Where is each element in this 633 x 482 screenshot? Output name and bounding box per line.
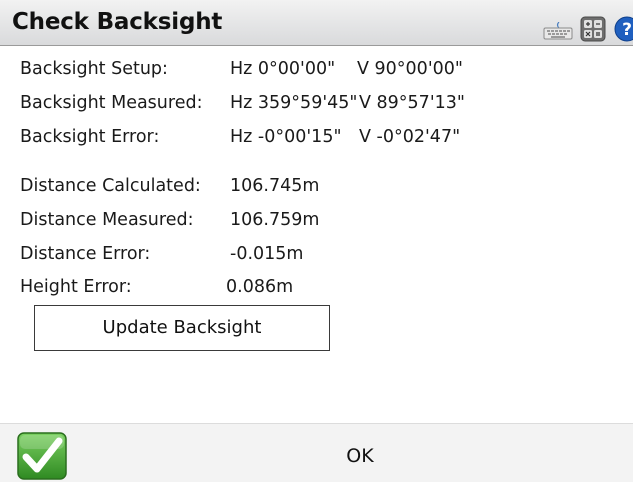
backsight-setup-row: Backsight Setup: Hz 0°00'00" V 90°00'00" — [20, 59, 620, 85]
backsight-setup-label: Backsight Setup: — [20, 59, 168, 79]
help-icon[interactable]: ? — [614, 16, 633, 42]
distance-calculated-row: Distance Calculated: 106.745m — [20, 176, 620, 202]
distance-measured-value: 106.759m — [230, 210, 320, 230]
height-error-label: Height Error: — [20, 277, 132, 297]
title-bar: Check Backsight ? — [0, 0, 633, 46]
backsight-measured-label: Backsight Measured: — [20, 93, 203, 113]
height-error-row: Height Error: 0.086m — [20, 277, 620, 303]
backsight-setup-hz: Hz 0°00'00" — [230, 59, 336, 79]
green-checkmark-icon[interactable] — [17, 432, 67, 480]
bottom-bar: OK — [0, 423, 633, 482]
backsight-error-v: V -0°02'47" — [359, 127, 461, 147]
backsight-setup-v: V 90°00'00" — [357, 59, 463, 79]
backsight-measured-hz: Hz 359°59'45" — [230, 93, 358, 113]
distance-calculated-value: 106.745m — [230, 176, 320, 196]
height-error-value: 0.086m — [226, 277, 294, 297]
calculator-icon[interactable] — [580, 16, 606, 42]
svg-text:?: ? — [622, 20, 632, 40]
distance-error-value: -0.015m — [230, 244, 304, 264]
distance-error-row: Distance Error: -0.015m — [20, 244, 620, 270]
check-backsight-screen: Check Backsight ? Backsight Setup: Hz 0°… — [0, 0, 633, 482]
backsight-measured-row: Backsight Measured: Hz 359°59'45" V 89°5… — [20, 93, 620, 119]
backsight-measured-v: V 89°57'13" — [359, 93, 465, 113]
distance-measured-label: Distance Measured: — [20, 210, 194, 230]
backsight-error-row: Backsight Error: Hz -0°00'15" V -0°02'47… — [20, 127, 620, 153]
distance-measured-row: Distance Measured: 106.759m — [20, 210, 620, 236]
update-backsight-button[interactable]: Update Backsight — [34, 305, 330, 351]
ok-button[interactable]: OK — [300, 424, 420, 482]
page-title: Check Backsight — [12, 9, 223, 35]
backsight-error-hz: Hz -0°00'15" — [230, 127, 342, 147]
distance-calculated-label: Distance Calculated: — [20, 176, 201, 196]
backsight-error-label: Backsight Error: — [20, 127, 160, 147]
keyboard-icon[interactable] — [543, 21, 573, 40]
distance-error-label: Distance Error: — [20, 244, 151, 264]
